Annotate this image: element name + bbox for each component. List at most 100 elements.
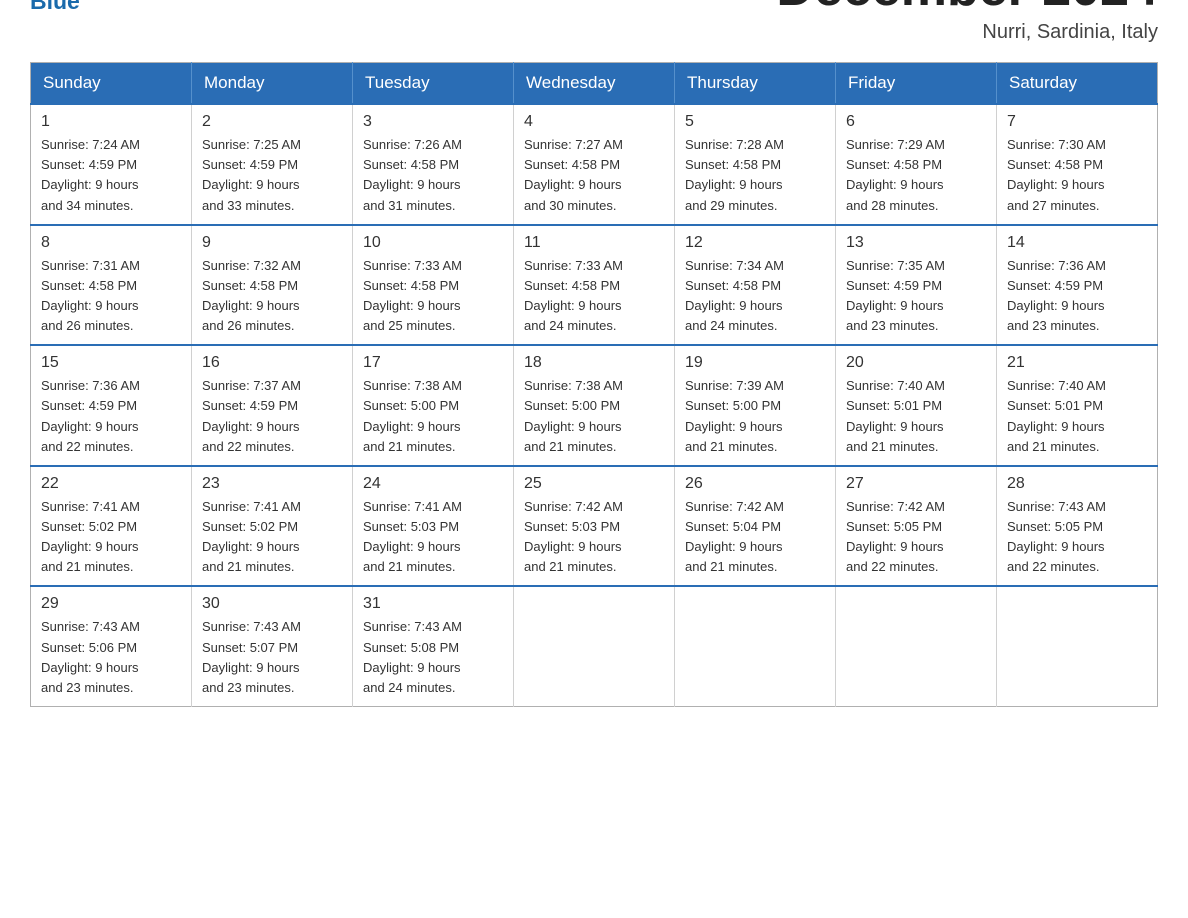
day-info: Sunrise: 7:40 AMSunset: 5:01 PMDaylight:… <box>1007 376 1147 457</box>
day-number: 20 <box>846 354 986 372</box>
day-number: 4 <box>524 113 664 131</box>
calendar-cell: 14 Sunrise: 7:36 AMSunset: 4:59 PMDayligh… <box>997 225 1158 346</box>
day-info: Sunrise: 7:39 AMSunset: 5:00 PMDaylight:… <box>685 376 825 457</box>
calendar-cell: 8 Sunrise: 7:31 AMSunset: 4:58 PMDaylight… <box>31 225 192 346</box>
day-number: 26 <box>685 475 825 493</box>
calendar-cell: 4 Sunrise: 7:27 AMSunset: 4:58 PMDaylight… <box>514 104 675 225</box>
calendar-cell: 25 Sunrise: 7:42 AMSunset: 5:03 PMDayligh… <box>514 466 675 587</box>
day-info: Sunrise: 7:36 AMSunset: 4:59 PMDaylight:… <box>41 376 181 457</box>
day-info: Sunrise: 7:33 AMSunset: 4:58 PMDaylight:… <box>524 256 664 337</box>
calendar-cell: 10 Sunrise: 7:33 AMSunset: 4:58 PMDayligh… <box>353 225 514 346</box>
calendar-cell: 30 Sunrise: 7:43 AMSunset: 5:07 PMDayligh… <box>192 586 353 706</box>
logo-area: General► Blue <box>30 0 133 15</box>
day-number: 16 <box>202 354 342 372</box>
day-number: 25 <box>524 475 664 493</box>
day-info: Sunrise: 7:30 AMSunset: 4:58 PMDaylight:… <box>1007 135 1147 216</box>
logo-blue-2: Blue <box>30 0 133 15</box>
calendar-cell: 9Sunrise: 7:32 AMSunset: 4:58 PMDaylight… <box>192 225 353 346</box>
day-number: 19 <box>685 354 825 372</box>
calendar-cell: 5 Sunrise: 7:28 AMSunset: 4:58 PMDaylight… <box>675 104 836 225</box>
day-number: 11 <box>524 234 664 252</box>
day-info: Sunrise: 7:43 AMSunset: 5:07 PMDaylight:… <box>202 617 342 698</box>
day-info: Sunrise: 7:33 AMSunset: 4:58 PMDaylight:… <box>363 256 503 337</box>
day-info: Sunrise: 7:43 AMSunset: 5:06 PMDaylight:… <box>41 617 181 698</box>
day-info: Sunrise: 7:37 AMSunset: 4:59 PMDaylight:… <box>202 376 342 457</box>
day-info: Sunrise: 7:34 AMSunset: 4:58 PMDaylight:… <box>685 256 825 337</box>
day-info: Sunrise: 7:25 AMSunset: 4:59 PMDaylight:… <box>202 135 342 216</box>
location-2: Nurri, Sardinia, Italy <box>776 21 1158 44</box>
calendar-cell <box>836 586 997 706</box>
day-number: 8 <box>41 234 181 252</box>
day-header-tuesday: Tuesday <box>353 63 514 105</box>
day-info: Sunrise: 7:41 AMSunset: 5:02 PMDaylight:… <box>202 497 342 578</box>
calendar-cell: 13Sunrise: 7:35 AMSunset: 4:59 PMDayligh… <box>836 225 997 346</box>
day-header-monday: Monday <box>192 63 353 105</box>
day-number: 6 <box>846 113 986 131</box>
day-number: 27 <box>846 475 986 493</box>
week-row-5: 29 Sunrise: 7:43 AMSunset: 5:06 PMDayligh… <box>31 586 1158 706</box>
calendar-cell: 23 Sunrise: 7:41 AMSunset: 5:02 PMDayligh… <box>192 466 353 587</box>
calendar-cell: 6Sunrise: 7:29 AMSunset: 4:58 PMDaylight… <box>836 104 997 225</box>
calendar-cell: 18 Sunrise: 7:38 AMSunset: 5:00 PMDayligh… <box>514 345 675 466</box>
day-info: Sunrise: 7:42 AMSunset: 5:05 PMDaylight:… <box>846 497 986 578</box>
week-row-1: 1 Sunrise: 7:24 AMSunset: 4:59 PMDaylight… <box>31 104 1158 225</box>
day-info: Sunrise: 7:32 AMSunset: 4:58 PMDaylight:… <box>202 256 342 337</box>
week-row-3: 15 Sunrise: 7:36 AMSunset: 4:59 PMDayligh… <box>31 345 1158 466</box>
calendar-cell <box>997 586 1158 706</box>
calendar-cell: 21Sunrise: 7:40 AMSunset: 5:01 PMDayligh… <box>997 345 1158 466</box>
calendar-cell: 26 Sunrise: 7:42 AMSunset: 5:04 PMDayligh… <box>675 466 836 587</box>
day-info: Sunrise: 7:27 AMSunset: 4:58 PMDaylight:… <box>524 135 664 216</box>
day-header-sunday: Sunday <box>31 63 192 105</box>
day-number: 14 <box>1007 234 1147 252</box>
day-header-saturday: Saturday <box>997 63 1158 105</box>
calendar-cell: 17Sunrise: 7:38 AMSunset: 5:00 PMDayligh… <box>353 345 514 466</box>
day-header-wednesday: Wednesday <box>514 63 675 105</box>
day-info: Sunrise: 7:26 AMSunset: 4:58 PMDaylight:… <box>363 135 503 216</box>
day-number: 3 <box>363 113 503 131</box>
day-info: Sunrise: 7:42 AMSunset: 5:03 PMDaylight:… <box>524 497 664 578</box>
calendar-cell: 28Sunrise: 7:43 AMSunset: 5:05 PMDayligh… <box>997 466 1158 587</box>
calendar-cell: 29 Sunrise: 7:43 AMSunset: 5:06 PMDayligh… <box>31 586 192 706</box>
calendar-cell: 1 Sunrise: 7:24 AMSunset: 4:59 PMDaylight… <box>31 104 192 225</box>
day-number: 24 <box>363 475 503 493</box>
day-info: Sunrise: 7:41 AMSunset: 5:03 PMDaylight:… <box>363 497 503 578</box>
day-number: 18 <box>524 354 664 372</box>
day-info: Sunrise: 7:43 AMSunset: 5:08 PMDaylight:… <box>363 617 503 698</box>
calendar-cell: 24 Sunrise: 7:41 AMSunset: 5:03 PMDayligh… <box>353 466 514 587</box>
day-number: 5 <box>685 113 825 131</box>
day-number: 17 <box>363 354 503 372</box>
day-number: 29 <box>41 595 181 613</box>
month-title-2: December 2024 <box>776 0 1158 17</box>
calendar-cell: 2Sunrise: 7:25 AMSunset: 4:59 PMDaylight… <box>192 104 353 225</box>
calendar-cell: 27 Sunrise: 7:42 AMSunset: 5:05 PMDayligh… <box>836 466 997 587</box>
calendar-body: 1 Sunrise: 7:24 AMSunset: 4:59 PMDaylight… <box>31 104 1158 706</box>
calendar-cell <box>514 586 675 706</box>
days-of-week-row: SundayMondayTuesdayWednesdayThursdayFrid… <box>31 63 1158 105</box>
calendar-cell: 12 Sunrise: 7:34 AMSunset: 4:58 PMDayligh… <box>675 225 836 346</box>
day-info: Sunrise: 7:36 AMSunset: 4:59 PMDaylight:… <box>1007 256 1147 337</box>
day-header-friday: Friday <box>836 63 997 105</box>
day-number: 30 <box>202 595 342 613</box>
day-number: 10 <box>363 234 503 252</box>
day-info: Sunrise: 7:43 AMSunset: 5:05 PMDaylight:… <box>1007 497 1147 578</box>
calendar-cell: 22Sunrise: 7:41 AMSunset: 5:02 PMDayligh… <box>31 466 192 587</box>
day-number: 7 <box>1007 113 1147 131</box>
day-info: Sunrise: 7:28 AMSunset: 4:58 PMDaylight:… <box>685 135 825 216</box>
calendar-cell: 7 Sunrise: 7:30 AMSunset: 4:58 PMDaylight… <box>997 104 1158 225</box>
day-info: Sunrise: 7:38 AMSunset: 5:00 PMDaylight:… <box>524 376 664 457</box>
day-number: 31 <box>363 595 503 613</box>
day-info: Sunrise: 7:24 AMSunset: 4:59 PMDaylight:… <box>41 135 181 216</box>
day-number: 23 <box>202 475 342 493</box>
real-header: General► Blue December 2024 Nurri, Sardi… <box>30 0 1158 44</box>
calendar-cell: 15 Sunrise: 7:36 AMSunset: 4:59 PMDayligh… <box>31 345 192 466</box>
day-number: 22 <box>41 475 181 493</box>
day-number: 1 <box>41 113 181 131</box>
calendar-cell: 31 Sunrise: 7:43 AMSunset: 5:08 PMDayligh… <box>353 586 514 706</box>
day-number: 15 <box>41 354 181 372</box>
title-area-2: December 2024 Nurri, Sardinia, Italy <box>776 0 1158 44</box>
day-info: Sunrise: 7:31 AMSunset: 4:58 PMDaylight:… <box>41 256 181 337</box>
day-number: 12 <box>685 234 825 252</box>
day-info: Sunrise: 7:42 AMSunset: 5:04 PMDaylight:… <box>685 497 825 578</box>
calendar-cell: 19 Sunrise: 7:39 AMSunset: 5:00 PMDayligh… <box>675 345 836 466</box>
week-row-4: 22 Sunrise: 7:41 AMSunset: 5:02 PMDayligh… <box>31 466 1158 587</box>
